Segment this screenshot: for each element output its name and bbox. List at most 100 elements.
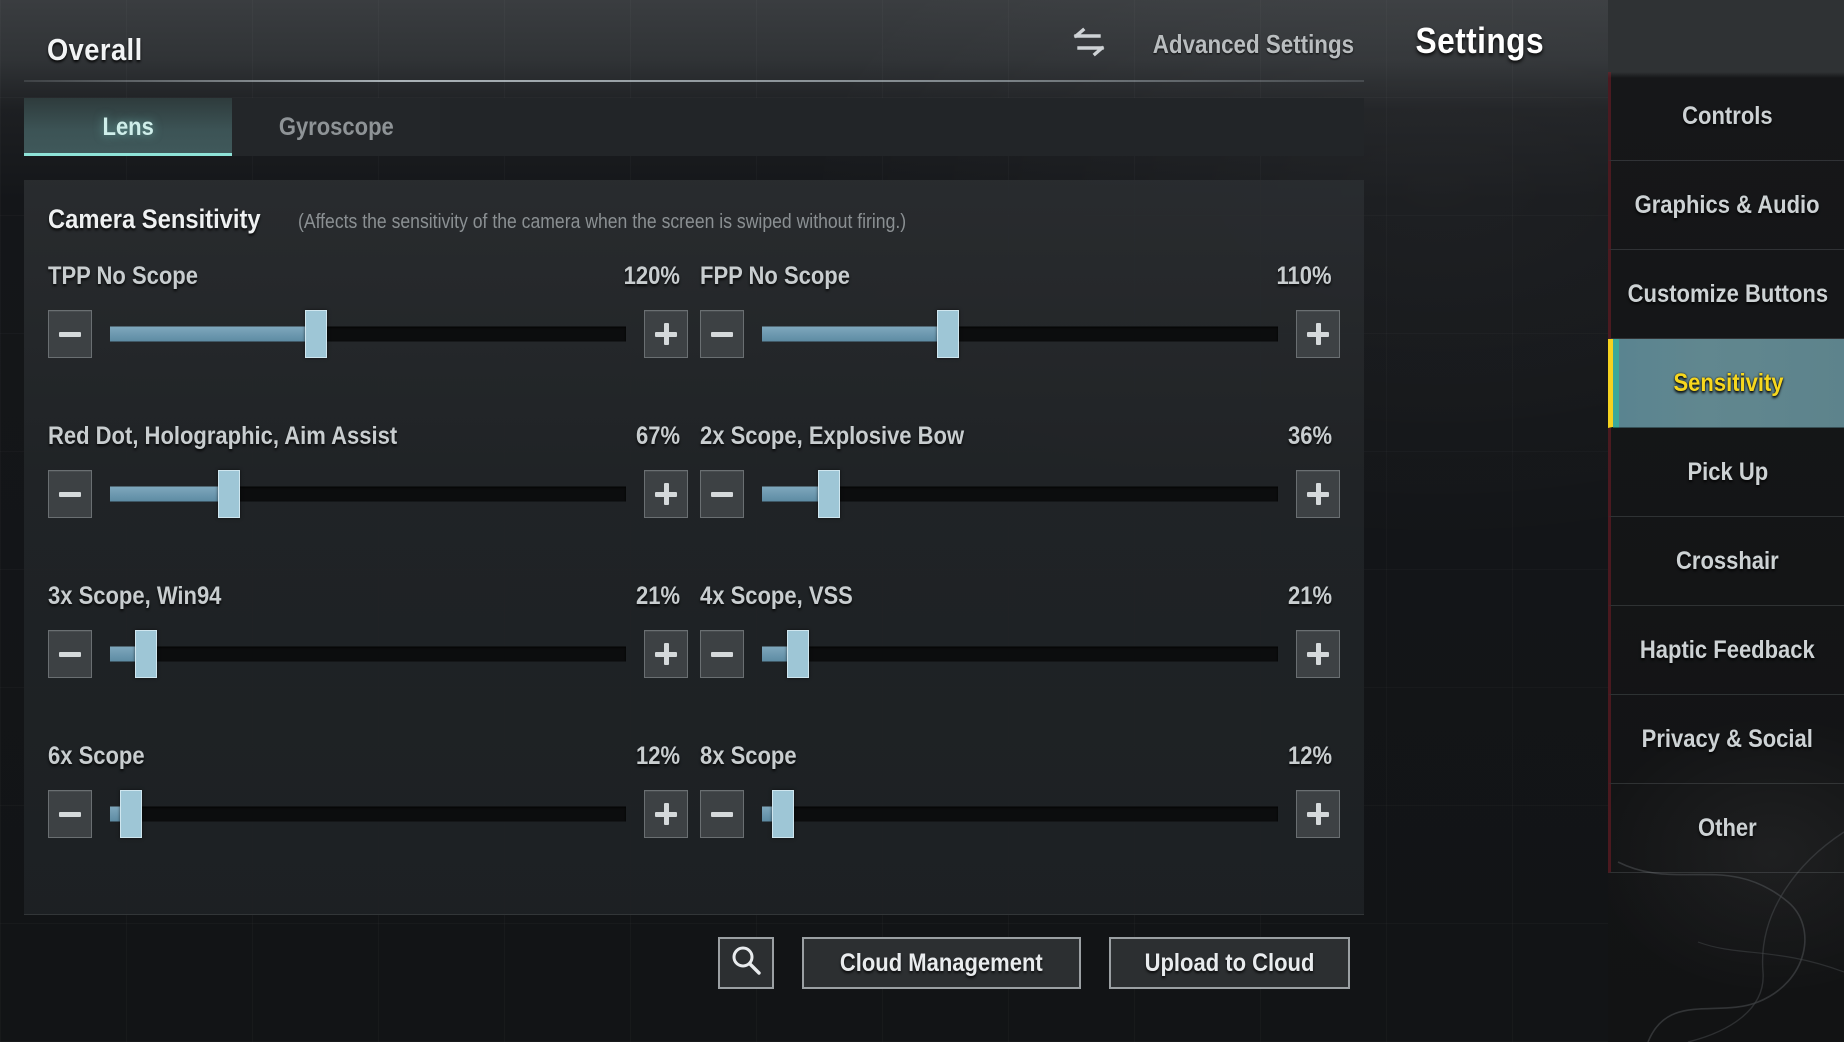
sensitivity-label: TPP No Scope	[48, 262, 198, 290]
slider-handle[interactable]	[771, 790, 794, 838]
sensitivity-row: 4x Scope, VSS 21%	[700, 576, 1340, 736]
advanced-settings-button[interactable]: Advanced Settings	[1072, 27, 1354, 62]
sidebar-item-graphics-audio[interactable]: Graphics & Audio	[1608, 161, 1844, 250]
slider-track[interactable]	[762, 806, 1278, 822]
plus-icon[interactable]	[1296, 470, 1340, 518]
sensitivity-slider[interactable]	[110, 310, 626, 358]
sidebar-item-customize-buttons[interactable]: Customize Buttons	[1608, 250, 1844, 339]
minus-icon[interactable]	[700, 630, 744, 678]
slider-handle[interactable]	[787, 630, 810, 678]
sensitivity-label: 8x Scope	[700, 742, 797, 770]
sensitivity-label: 2x Scope, Explosive Bow	[700, 422, 965, 450]
plus-icon[interactable]	[644, 630, 688, 678]
sensitivity-control	[48, 468, 688, 520]
sidebar-item-label: Controls	[1682, 101, 1773, 130]
sensitivity-value: 21%	[635, 582, 680, 610]
settings-screen: Overall Advanced Settings Settings Lens …	[0, 0, 1844, 1042]
sensitivity-control	[48, 788, 688, 840]
section-description: (Affects the sensitivity of the camera w…	[297, 211, 906, 233]
advanced-settings-label: Advanced Settings	[1152, 29, 1354, 59]
cloud-management-label: Cloud Management	[840, 948, 1044, 977]
minus-icon[interactable]	[48, 310, 92, 358]
sensitivity-control	[700, 628, 1340, 680]
search-icon	[729, 943, 763, 984]
sensitivity-row: 6x Scope 12%	[48, 736, 688, 896]
sensitivity-label: 6x Scope	[48, 742, 145, 770]
plus-icon[interactable]	[1296, 310, 1340, 358]
minus-icon[interactable]	[700, 790, 744, 838]
tab-lens-label: Lens	[102, 112, 154, 141]
sensitivity-control	[48, 628, 688, 680]
plus-icon[interactable]	[644, 790, 688, 838]
minus-icon[interactable]	[48, 790, 92, 838]
camera-sensitivity-panel: Camera Sensitivity (Affects the sensitiv…	[24, 180, 1364, 915]
sidebar-item-sensitivity[interactable]: Sensitivity	[1608, 339, 1844, 428]
upload-to-cloud-label: Upload to Cloud	[1144, 948, 1315, 977]
tab-gyroscope[interactable]: Gyroscope	[232, 98, 440, 156]
sidebar-item-list: Controls Graphics & Audio Customize Button…	[1608, 72, 1844, 873]
slider-fill	[110, 486, 229, 502]
plus-icon[interactable]	[1296, 790, 1340, 838]
sensitivity-row: FPP No Scope 110%	[700, 256, 1340, 416]
sidebar-item-privacy-social[interactable]: Privacy & Social	[1608, 695, 1844, 784]
sidebar-item-crosshair[interactable]: Crosshair	[1608, 517, 1844, 606]
slider-handle[interactable]	[818, 470, 841, 518]
sensitivity-value: 12%	[635, 742, 680, 770]
sensitivity-slider[interactable]	[762, 790, 1278, 838]
sidebar-item-label: Sensitivity	[1673, 368, 1784, 397]
slider-fill	[762, 326, 948, 342]
sensitivity-value: 67%	[635, 422, 680, 450]
sensitivity-slider[interactable]	[110, 630, 626, 678]
minus-icon[interactable]	[48, 630, 92, 678]
sidebar-item-label: Haptic Feedback	[1640, 635, 1815, 664]
minus-icon[interactable]	[700, 470, 744, 518]
sidebar-item-haptic-feedback[interactable]: Haptic Feedback	[1608, 606, 1844, 695]
sensitivity-slider[interactable]	[762, 310, 1278, 358]
slider-handle[interactable]	[119, 790, 142, 838]
slider-handle[interactable]	[936, 310, 959, 358]
minus-icon[interactable]	[700, 310, 744, 358]
sidebar-item-pick-up[interactable]: Pick Up	[1608, 428, 1844, 517]
sensitivity-label: 4x Scope, VSS	[700, 582, 853, 610]
sidebar-item-controls[interactable]: Controls	[1608, 72, 1844, 161]
sensitivity-row: Red Dot, Holographic, Aim Assist 67%	[48, 416, 688, 576]
search-button[interactable]	[718, 937, 775, 989]
plus-icon[interactable]	[1296, 630, 1340, 678]
sidebar-item-label: Crosshair	[1676, 546, 1779, 575]
slider-handle[interactable]	[135, 630, 158, 678]
swap-arrows-icon	[1072, 27, 1106, 62]
sensitivity-value: 12%	[1287, 742, 1332, 770]
sensitivity-row: 8x Scope 12%	[700, 736, 1340, 896]
sidebar-item-other[interactable]: Other	[1608, 784, 1844, 873]
sensitivity-control	[700, 308, 1340, 360]
sensitivity-slider[interactable]	[110, 470, 626, 518]
slider-track[interactable]	[110, 806, 626, 822]
settings-sidebar: Controls Graphics & Audio Customize Button…	[1608, 0, 1844, 1042]
slider-track[interactable]	[110, 646, 626, 662]
sensitivity-control	[700, 468, 1340, 520]
cloud-management-button[interactable]: Cloud Management	[802, 937, 1081, 989]
sensitivity-value: 120%	[623, 262, 680, 290]
plus-icon[interactable]	[644, 310, 688, 358]
sensitivity-row: TPP No Scope 120%	[48, 256, 688, 416]
sidebar-item-label: Graphics & Audio	[1635, 190, 1820, 219]
sensitivity-slider[interactable]	[110, 790, 626, 838]
settings-heading: Settings	[1415, 20, 1544, 61]
slider-handle[interactable]	[217, 470, 240, 518]
sensitivity-label: FPP No Scope	[700, 262, 850, 290]
slider-fill	[110, 326, 317, 342]
top-bar: Overall Advanced Settings Settings	[0, 0, 1844, 88]
tab-bar: Lens Gyroscope	[24, 98, 1364, 156]
section-header: Camera Sensitivity (Affects the sensitiv…	[48, 204, 989, 235]
sensitivity-control	[700, 788, 1340, 840]
minus-icon[interactable]	[48, 470, 92, 518]
sensitivity-slider[interactable]	[762, 630, 1278, 678]
slider-track[interactable]	[762, 646, 1278, 662]
sensitivity-label: 3x Scope, Win94	[48, 582, 222, 610]
slider-handle[interactable]	[305, 310, 328, 358]
plus-icon[interactable]	[644, 470, 688, 518]
sidebar-item-label: Other	[1698, 813, 1757, 842]
sensitivity-slider[interactable]	[762, 470, 1278, 518]
tab-lens[interactable]: Lens	[24, 98, 232, 156]
upload-to-cloud-button[interactable]: Upload to Cloud	[1108, 937, 1350, 989]
